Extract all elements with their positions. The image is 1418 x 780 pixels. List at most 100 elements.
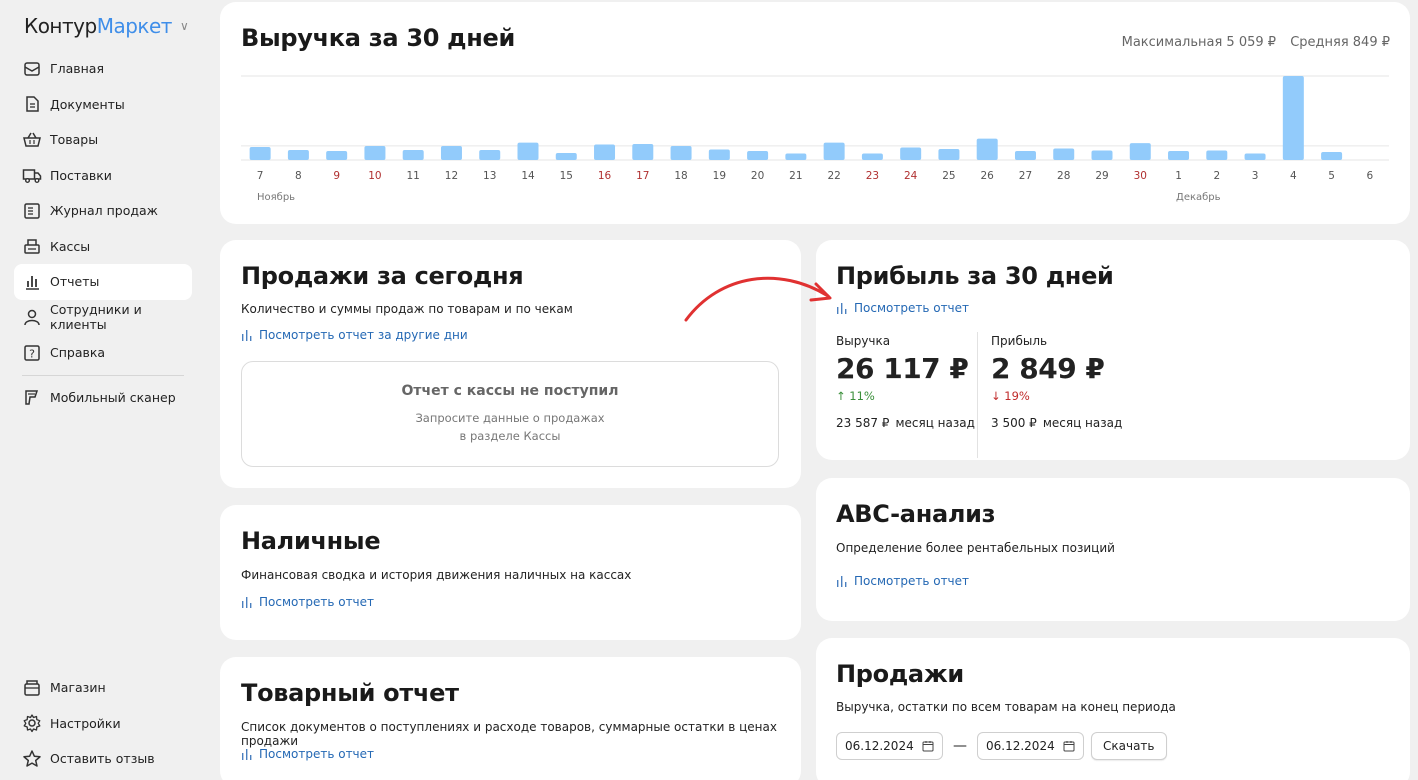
chart-bar[interactable] — [1321, 152, 1343, 160]
sidebar-item-store[interactable]: Магазин — [14, 670, 192, 706]
revenue-prev-suffix: месяц назад — [895, 416, 975, 430]
chart-tick-label: 30 — [1134, 170, 1147, 182]
logo[interactable]: Контур Маркет ∨ — [24, 14, 189, 38]
sidebar-item-document[interactable]: Документы — [14, 87, 192, 123]
chevron-down-icon[interactable]: ∨ — [180, 19, 189, 33]
cash-report-link[interactable]: Посмотреть отчет — [241, 595, 374, 609]
abc-report-link-label: Посмотреть отчет — [854, 574, 970, 588]
chart-bar[interactable] — [402, 150, 424, 160]
revenue-prev: 23 587 ₽ месяц назад — [836, 416, 975, 430]
chart-tick-label: 2 — [1213, 170, 1220, 182]
chart-bar[interactable] — [1129, 143, 1151, 160]
chart-bar[interactable] — [364, 146, 386, 160]
sidebar-item-label: Главная — [50, 61, 104, 77]
chart-bar[interactable] — [632, 144, 654, 160]
chart-icon — [242, 597, 252, 608]
sidebar-item-label: Оставить отзыв — [50, 751, 155, 767]
chart-bar[interactable] — [861, 153, 883, 160]
chart-bar[interactable] — [1282, 76, 1304, 160]
chart-bar[interactable] — [1014, 151, 1036, 160]
sidebar-item-gear[interactable]: Настройки — [14, 706, 192, 742]
goods-report-link-label: Посмотреть отчет — [259, 747, 375, 761]
calendar-icon[interactable] — [922, 740, 934, 752]
today-report-link[interactable]: Посмотреть отчет за другие дни — [241, 328, 468, 342]
sidebar-item-label: Журнал продаж — [50, 203, 158, 219]
chart-bar[interactable] — [1091, 150, 1113, 160]
chart-bar[interactable] — [287, 150, 309, 160]
chart-icon — [22, 272, 42, 292]
store-icon — [22, 678, 42, 698]
today-desc: Количество и суммы продаж по товарам и п… — [241, 302, 573, 316]
sidebar-item-scanner[interactable]: Мобильный сканер — [14, 380, 192, 416]
chart-tick-label: 6 — [1367, 170, 1374, 182]
chart-bar[interactable] — [1053, 148, 1075, 160]
mail-icon — [22, 59, 42, 79]
chart-tick-label: 18 — [674, 170, 687, 182]
chart-tick-label: 23 — [866, 170, 879, 182]
goods-report-card: Товарный отчет Список документов о посту… — [220, 657, 801, 780]
revenue-metric-label: Выручка — [836, 334, 891, 348]
chart-bar[interactable] — [785, 153, 807, 160]
chart-bar[interactable] — [708, 149, 730, 160]
user-icon — [22, 307, 42, 327]
sales-title: Продажи — [836, 660, 964, 688]
sidebar-item-label: Мобильный сканер — [50, 389, 176, 405]
star-icon — [22, 749, 42, 769]
abc-title: ABC-анализ — [836, 500, 996, 528]
sidebar-item-star[interactable]: Оставить отзыв — [14, 741, 192, 777]
empty-state: Отчет с кассы не поступил Запросите данн… — [241, 361, 779, 467]
empty-text: Запросите данные о продажах в разделе Ка… — [242, 409, 778, 445]
chart-bar[interactable] — [440, 146, 462, 160]
sidebar-item-basket[interactable]: Товары — [14, 122, 192, 158]
profit-prev-value: 3 500 ₽ — [991, 416, 1037, 430]
profit-change: ↓ 19% — [991, 389, 1122, 403]
revenue-change-value: 11% — [849, 389, 875, 403]
chart-bar[interactable] — [976, 138, 998, 160]
download-button[interactable]: Скачать — [1091, 732, 1167, 760]
sidebar-bottom-nav: Магазин Настройки Оставить отзыв — [14, 670, 192, 777]
sidebar-item-cash-register[interactable]: Кассы — [14, 229, 192, 265]
chart-bar[interactable] — [517, 142, 539, 160]
chart-tick-label: 3 — [1252, 170, 1259, 182]
chart-bar[interactable] — [555, 153, 577, 160]
chart-bar[interactable] — [1244, 153, 1266, 160]
arrow-up-icon: ↑ — [836, 389, 846, 403]
date-from-input[interactable]: 06.12.2024 — [836, 732, 943, 760]
chart-bar[interactable] — [594, 144, 616, 160]
sales-card: Продажи Выручка, остатки по всем товарам… — [816, 638, 1410, 780]
chart-bar[interactable] — [900, 147, 922, 160]
abc-report-link[interactable]: Посмотреть отчет — [836, 574, 969, 588]
chart-bar[interactable] — [670, 146, 692, 160]
chart-bar[interactable] — [1206, 150, 1228, 160]
chart-bar[interactable] — [326, 151, 348, 160]
chart-tick-label: 13 — [483, 170, 496, 182]
chart-bar[interactable] — [938, 149, 960, 160]
profit-report-link[interactable]: Посмотреть отчет — [836, 301, 969, 315]
abc-card: ABC-анализ Определение более рентабельны… — [816, 478, 1410, 621]
sidebar-item-user[interactable]: Сотрудники и клиенты — [14, 300, 192, 336]
chart-bar[interactable] — [823, 142, 845, 160]
sidebar-item-help[interactable]: ? Справка — [14, 335, 192, 371]
chart-tick-label: 12 — [445, 170, 458, 182]
date-to-input[interactable]: 06.12.2024 — [977, 732, 1084, 760]
chart-bar[interactable] — [249, 147, 271, 160]
empty-line2: в разделе Кассы — [459, 429, 561, 443]
empty-title: Отчет с кассы не поступил — [401, 383, 619, 399]
sidebar-item-journal[interactable]: Журнал продаж — [14, 193, 192, 229]
goods-report-link[interactable]: Посмотреть отчет — [241, 747, 374, 761]
revenue-prev-value: 23 587 ₽ — [836, 416, 890, 430]
chart-bar[interactable] — [479, 150, 501, 160]
sidebar-item-mail[interactable]: Главная — [14, 51, 192, 87]
chart-month-label: Ноябрь — [257, 192, 295, 203]
sidebar-item-truck[interactable]: Поставки — [14, 158, 192, 194]
cash-report-link-label: Посмотреть отчет — [259, 595, 375, 609]
profit-metric-label: Прибыль — [991, 334, 1048, 348]
logo-part2: Маркет — [96, 14, 173, 38]
sidebar-item-chart[interactable]: Отчеты — [14, 264, 192, 300]
chart-bar[interactable] — [747, 151, 769, 160]
basket-icon — [22, 130, 42, 150]
chart-bar[interactable] — [1168, 151, 1190, 160]
calendar-icon[interactable] — [1063, 740, 1075, 752]
profit-metric-value: 2 849 ₽ — [991, 352, 1105, 385]
svg-text:?: ? — [29, 347, 35, 360]
